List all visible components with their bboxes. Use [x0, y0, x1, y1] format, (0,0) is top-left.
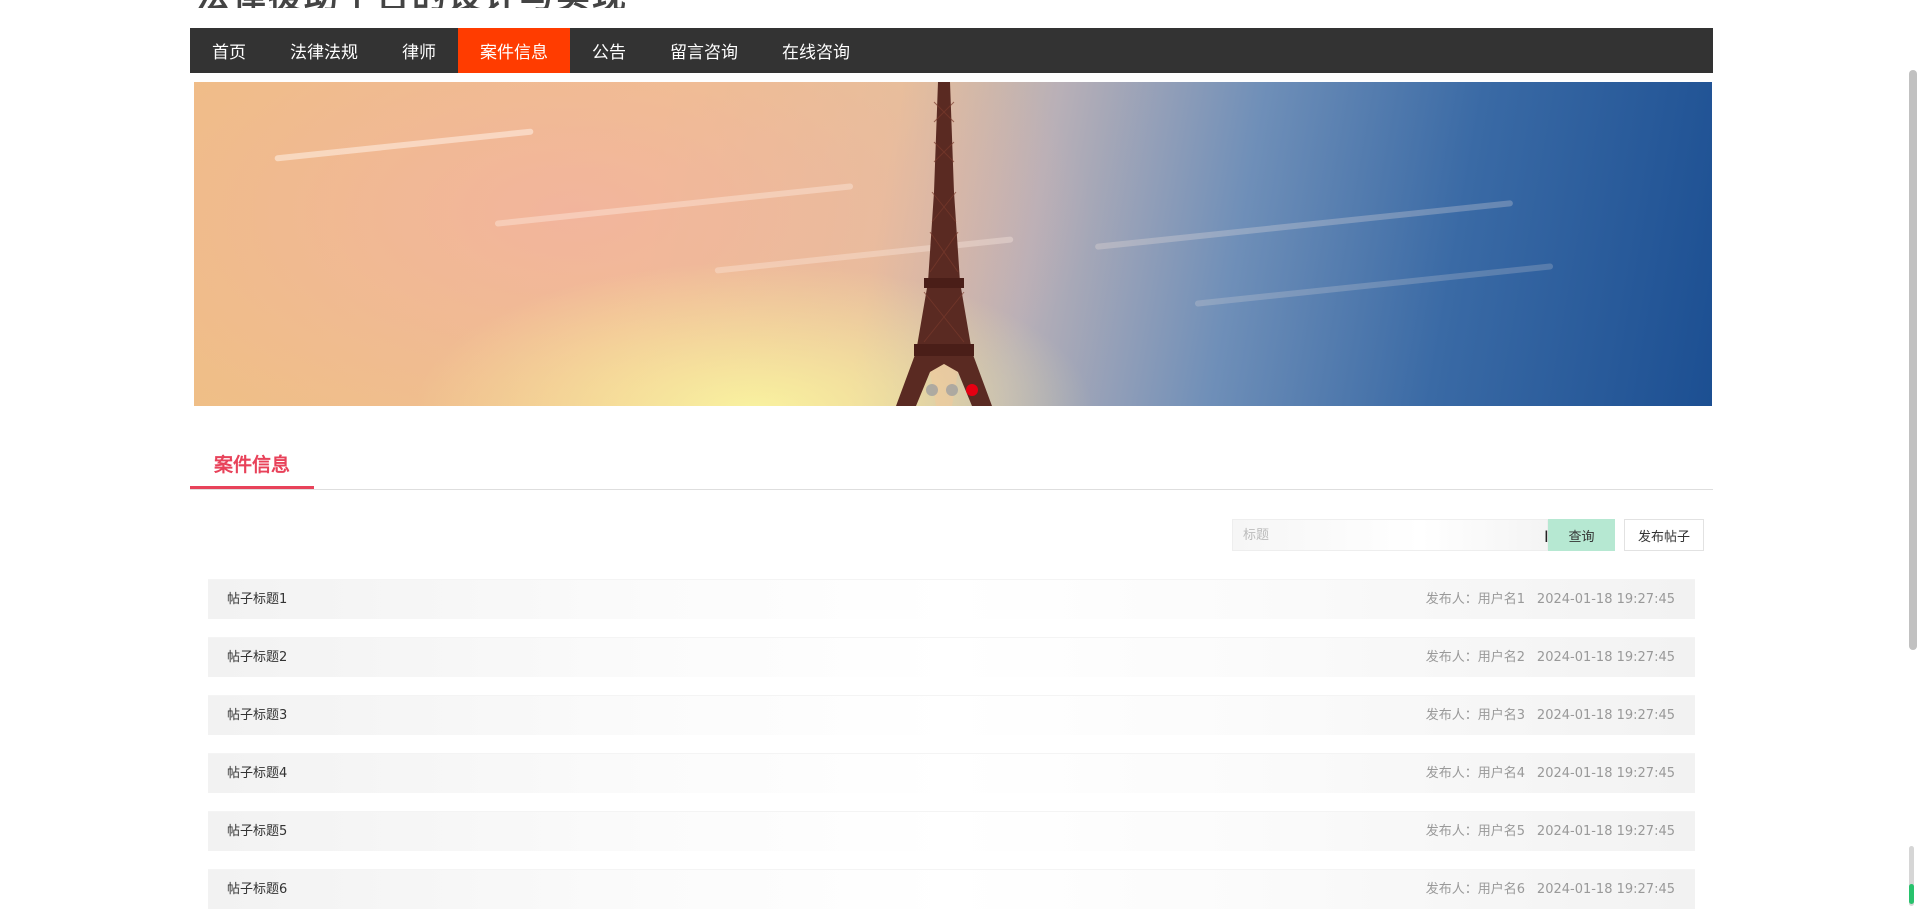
post-author: 发布人：用户名5 — [1425, 824, 1525, 839]
carousel-indicators — [926, 384, 978, 396]
post-time: 2024-01-18 19:27:45 — [1536, 650, 1675, 665]
site-title: 法律援助平台的设计与实现 — [196, 0, 628, 8]
post-time: 2024-01-18 19:27:45 — [1536, 766, 1675, 781]
page: 法律援助平台的设计与实现 首页 法律法规 律师 案件信息 公告 留言咨询 在线咨… — [0, 0, 1920, 916]
nav-item-messages[interactable]: 留言咨询 — [648, 28, 760, 73]
scrollbar-thumb[interactable] — [1909, 70, 1917, 650]
post-title[interactable]: 帖子标题5 — [227, 812, 287, 852]
mini-scrollbar-indicator — [1909, 884, 1914, 904]
post-author: 发布人：用户名2 — [1425, 650, 1525, 665]
post-author: 发布人：用户名3 — [1425, 708, 1525, 723]
post-title[interactable]: 帖子标题6 — [227, 870, 287, 910]
title-search-input[interactable] — [1232, 519, 1548, 551]
section-header: 案件信息 — [190, 440, 1713, 490]
post-row[interactable]: 帖子标题6 发布人：用户名6 2024-01-18 19:27:45 — [208, 869, 1695, 909]
page-scrollbar[interactable] — [1904, 0, 1920, 916]
post-row[interactable]: 帖子标题2 发布人：用户名2 2024-01-18 19:27:45 — [208, 637, 1695, 677]
post-title[interactable]: 帖子标题4 — [227, 754, 287, 794]
post-author: 发布人：用户名6 — [1425, 882, 1525, 897]
eiffel-tower-image — [896, 82, 992, 406]
banner-carousel[interactable] — [190, 82, 1712, 406]
main-navbar: 首页 法律法规 律师 案件信息 公告 留言咨询 在线咨询 — [190, 28, 1713, 73]
post-author: 发布人：用户名4 — [1425, 766, 1525, 781]
post-row[interactable]: 帖子标题3 发布人：用户名3 2024-01-18 19:27:45 — [208, 695, 1695, 735]
post-row[interactable]: 帖子标题5 发布人：用户名5 2024-01-18 19:27:45 — [208, 811, 1695, 851]
post-row[interactable]: 帖子标题4 发布人：用户名4 2024-01-18 19:27:45 — [208, 753, 1695, 793]
nav-item-lawyers[interactable]: 律师 — [380, 28, 458, 73]
nav-item-online-consult[interactable]: 在线咨询 — [760, 28, 872, 73]
post-row[interactable]: 帖子标题1 发布人：用户名1 2024-01-18 19:27:45 — [208, 579, 1695, 619]
nav-item-laws[interactable]: 法律法规 — [268, 28, 380, 73]
post-title[interactable]: 帖子标题2 — [227, 638, 287, 678]
carousel-dot-2[interactable] — [946, 384, 958, 396]
post-time: 2024-01-18 19:27:45 — [1536, 708, 1675, 723]
nav-item-home[interactable]: 首页 — [190, 28, 268, 73]
post-title[interactable]: 帖子标题1 — [227, 580, 287, 620]
carousel-dot-1[interactable] — [926, 384, 938, 396]
post-time: 2024-01-18 19:27:45 — [1536, 592, 1675, 607]
nav-item-announcements[interactable]: 公告 — [570, 28, 648, 73]
section-title: 案件信息 — [190, 440, 314, 489]
post-author: 发布人：用户名1 — [1425, 592, 1525, 607]
publish-post-button[interactable]: 发布帖子 — [1624, 519, 1704, 551]
carousel-dot-3[interactable] — [966, 384, 978, 396]
post-title[interactable]: 帖子标题3 — [227, 696, 287, 736]
post-time: 2024-01-18 19:27:45 — [1536, 882, 1675, 897]
nav-item-cases[interactable]: 案件信息 — [458, 28, 570, 73]
query-button[interactable]: 查询 — [1548, 519, 1615, 551]
post-list: 帖子标题1 发布人：用户名1 2024-01-18 19:27:45 帖子标题2… — [208, 579, 1695, 916]
post-time: 2024-01-18 19:27:45 — [1536, 824, 1675, 839]
text-cursor-icon: I — [1544, 527, 1549, 546]
